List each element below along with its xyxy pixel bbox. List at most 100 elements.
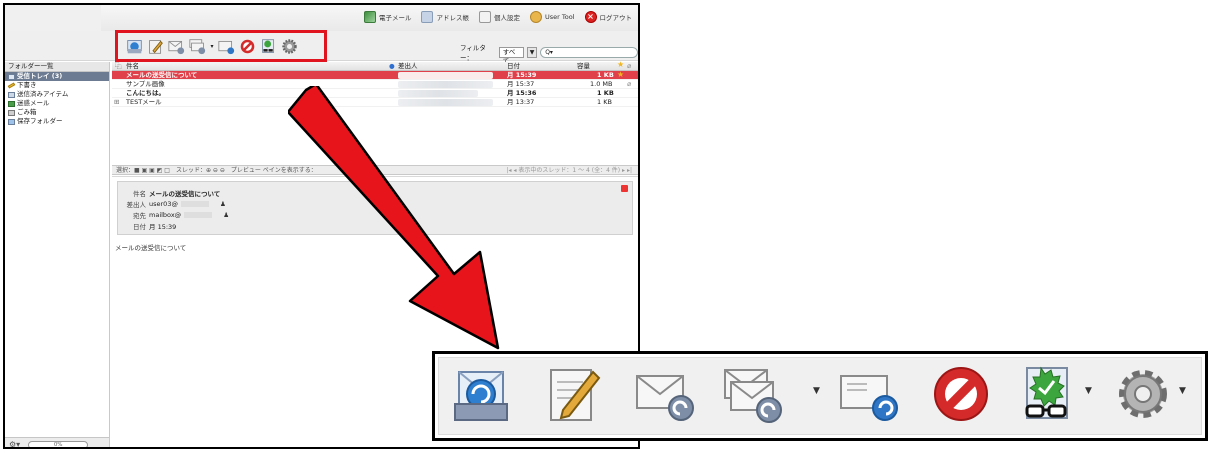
list-header: ⿻ 件名 ● 差出人 日付 容量 ★ ⌀ (112, 60, 638, 71)
folder-sent[interactable]: 送信済みアイテム (5, 90, 109, 99)
quota-bar: 0% (28, 440, 89, 447)
preview-from: user03@ (149, 200, 178, 208)
reply-all-dropdown[interactable]: ▾ (210, 38, 214, 55)
attachment-icon: ⌀ (627, 80, 632, 88)
forward-icon (218, 40, 235, 54)
folder-trash[interactable]: ごみ箱 (5, 108, 109, 117)
reply-button[interactable] (168, 38, 185, 55)
reply-all-button[interactable] (189, 38, 206, 55)
star-icon[interactable]: ★ (617, 70, 624, 79)
filter-bar: フィルター： すべて ▼ Q▾ (460, 42, 638, 65)
reply-all-dropdown-icon[interactable]: ▼ (813, 386, 820, 396)
email-icon (363, 11, 376, 23)
row-subject: サンプル画像 (126, 80, 165, 88)
zoom-compose-button[interactable] (541, 362, 605, 426)
filter-label: フィルター： (460, 44, 486, 62)
folder-saved[interactable]: 保存フォルダー (5, 117, 109, 126)
col-size[interactable]: 容量 (577, 62, 590, 70)
search-input[interactable]: Q▾ (540, 46, 638, 58)
zoomed-toolbar: ▼ ▼ ▼ (432, 351, 1208, 441)
preview-body: メールの送受信について (115, 244, 187, 252)
receive-mail-button[interactable] (126, 38, 143, 55)
unread-dot-icon: ● (389, 62, 395, 70)
preview-subject: メールの送受信について (149, 190, 221, 198)
reply-icon (636, 375, 694, 421)
mark-junk-button[interactable] (260, 38, 277, 55)
settings-dropdown-icon[interactable]: ▼ (1179, 386, 1186, 396)
compose-icon (550, 369, 601, 421)
settings-icon (282, 38, 297, 54)
zoom-reply-all-button[interactable] (721, 362, 785, 426)
toolbar-highlight: ▾ (115, 30, 327, 62)
reply-all-icon (189, 38, 206, 54)
forward-button[interactable] (218, 38, 235, 55)
address-book-icon (421, 11, 434, 23)
settings-button[interactable] (281, 38, 298, 55)
zoom-forward-button[interactable] (837, 362, 901, 426)
from-redacted (180, 201, 209, 207)
preview-date: 月 15:39 (149, 223, 177, 231)
row-size: 1.0 MB (590, 80, 613, 88)
top-bar: 電子メール アドレス帳 個人設定 User Tool × ログアウト (5, 5, 638, 31)
row-date: 月 15:39 (507, 71, 537, 79)
preview-from-row: 差出人 user03@ ♟ (126, 200, 226, 209)
zoom-reply-button[interactable] (633, 362, 697, 426)
row-subject: メールの送受信について (126, 71, 198, 79)
person-icon[interactable]: ♟ (223, 211, 229, 219)
folder-gear-button[interactable]: ⚙▾ (9, 440, 20, 447)
row-size: 1 KB (597, 89, 614, 97)
col-sender[interactable]: 差出人 (398, 62, 418, 70)
thread-toggle-icon[interactable]: ⿻ (115, 62, 122, 70)
star-column-icon: ★ (617, 60, 625, 69)
selection-controls[interactable]: 選択：■ ▣ ▣ ◩ □ スレッド：⊕ ⊖ ⊖ プレビュー ペインを表示する： (116, 166, 317, 175)
preview-to: mailbox@ (149, 211, 182, 219)
compose-icon (149, 39, 163, 54)
personal-settings-link[interactable]: 個人設定 (478, 11, 520, 23)
folder-inbox[interactable]: 受信トレイ (3) (5, 72, 109, 81)
email-link[interactable]: 電子メール (363, 11, 411, 23)
delete-button[interactable] (239, 38, 256, 55)
zoom-receive-mail-button[interactable] (449, 362, 513, 426)
reply-all-icon (724, 369, 782, 423)
attachment-column-icon: ⌀ (627, 62, 632, 70)
logout-link[interactable]: × ログアウト (584, 11, 632, 23)
user-icon (529, 11, 542, 23)
filter-select[interactable]: すべて (498, 46, 524, 65)
filter-dropdown-button[interactable]: ▼ (526, 46, 538, 58)
row-size: 1 KB (597, 98, 612, 106)
compose-button[interactable] (147, 38, 164, 55)
folder-panel-footer: ⚙▾ 0% (5, 437, 109, 447)
person-icon[interactable]: ♟ (220, 200, 226, 208)
preview-to-row: 宛先 mailbox@ ♟ (133, 211, 230, 220)
folder-panel: フォルダー一覧 受信トレイ (3) 下書き 送信済みアイテム 迷惑メール ごみ箱… (5, 62, 110, 447)
inbox-icon (8, 73, 15, 80)
address-book-link[interactable]: アドレス帳 (421, 11, 469, 23)
reply-icon (168, 40, 185, 54)
zoom-delete-button[interactable] (929, 362, 993, 426)
folder-icon (8, 118, 15, 125)
receive-mail-icon (127, 39, 142, 53)
row-subject: TESTメール (126, 98, 162, 106)
thread-expand-icon[interactable]: ⊞ (114, 98, 119, 107)
logo-area (5, 5, 101, 31)
row-size: 1 KB (597, 71, 614, 79)
close-preview-icon[interactable] (621, 185, 628, 192)
col-subject[interactable]: 件名 (126, 62, 139, 70)
folder-drafts[interactable]: 下書き (5, 81, 109, 90)
to-redacted (184, 212, 213, 218)
col-date[interactable]: 日付 (507, 62, 520, 70)
forward-icon (840, 375, 898, 421)
preview-subject-row: 件名 メールの送受信について (133, 190, 221, 198)
zoom-settings-button[interactable] (1111, 362, 1175, 426)
user-tool-link[interactable]: User Tool (529, 11, 575, 23)
pointer-arrow (288, 86, 500, 350)
sent-icon (8, 91, 15, 98)
folder-junk[interactable]: 迷惑メール (5, 99, 109, 108)
mark-junk-icon (1025, 366, 1068, 419)
row-subject: こんにちは。 (126, 89, 165, 97)
mark-junk-dropdown-icon[interactable]: ▼ (1085, 386, 1092, 396)
zoom-mark-junk-button[interactable] (1019, 362, 1083, 426)
receive-mail-icon (454, 371, 508, 421)
table-row[interactable]: メールの送受信について 月 15:39 1 KB ★ (112, 70, 638, 80)
folder-panel-title: フォルダー一覧 (5, 62, 109, 72)
